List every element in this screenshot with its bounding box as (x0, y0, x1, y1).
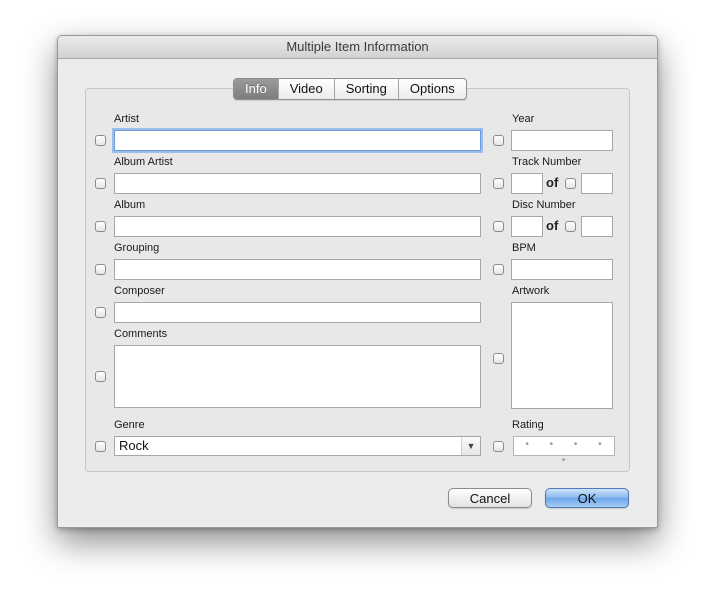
genre-label: Genre (114, 419, 145, 431)
grouping-checkbox[interactable] (95, 264, 106, 275)
track-total-field[interactable] (581, 173, 613, 194)
bpm-label: BPM (512, 242, 536, 254)
disc-number-checkbox[interactable] (493, 221, 504, 232)
album-artist-label: Album Artist (114, 156, 173, 168)
year-field[interactable] (511, 130, 613, 151)
tab-bar: Info Video Sorting Options (233, 78, 467, 100)
bpm-field[interactable] (511, 259, 613, 280)
genre-select[interactable]: Rock ▼ (114, 436, 481, 456)
rating-checkbox[interactable] (493, 441, 504, 452)
album-checkbox[interactable] (95, 221, 106, 232)
genre-value: Rock (119, 438, 149, 453)
composer-checkbox[interactable] (95, 307, 106, 318)
rating-label: Rating (512, 419, 544, 431)
disc-total-checkbox[interactable] (565, 221, 576, 232)
tab-video[interactable]: Video (279, 79, 335, 99)
window-title: Multiple Item Information (58, 36, 657, 59)
chevron-down-icon: ▼ (461, 437, 480, 455)
multiple-item-info-dialog: Multiple Item Information Info Video Sor… (57, 35, 658, 528)
grouping-label: Grouping (114, 242, 160, 254)
tab-options[interactable]: Options (399, 79, 466, 99)
track-number-checkbox[interactable] (493, 178, 504, 189)
artwork-checkbox[interactable] (493, 353, 504, 364)
bpm-checkbox[interactable] (493, 264, 504, 275)
track-of-label: of (546, 175, 559, 190)
comments-field[interactable] (114, 345, 481, 408)
grouping-field[interactable] (114, 259, 481, 280)
disc-of-label: of (546, 218, 559, 233)
track-number-field[interactable] (511, 173, 543, 194)
cancel-button[interactable]: Cancel (448, 488, 532, 508)
tab-info[interactable]: Info (234, 79, 279, 99)
disc-total-field[interactable] (581, 216, 613, 237)
album-field[interactable] (114, 216, 481, 237)
comments-label: Comments (114, 328, 168, 340)
track-total-checkbox[interactable] (565, 178, 576, 189)
disc-number-field[interactable] (511, 216, 543, 237)
year-label: Year (512, 113, 535, 125)
disc-number-label: Disc Number (512, 199, 576, 211)
info-panel: Artist Album Artist Album Grouping Compo… (85, 88, 630, 472)
ok-button[interactable]: OK (545, 488, 629, 508)
album-artist-field[interactable] (114, 173, 481, 194)
artwork-label: Artwork (512, 285, 550, 297)
artist-label: Artist (114, 113, 140, 125)
tab-sorting[interactable]: Sorting (335, 79, 399, 99)
composer-label: Composer (114, 285, 165, 297)
track-number-label: Track Number (512, 156, 582, 168)
year-checkbox[interactable] (493, 135, 504, 146)
rating-control[interactable]: • • • • • (513, 436, 615, 466)
album-label: Album (114, 199, 146, 211)
comments-checkbox[interactable] (95, 371, 106, 382)
composer-field[interactable] (114, 302, 481, 323)
album-artist-checkbox[interactable] (95, 178, 106, 189)
artwork-well[interactable] (511, 302, 613, 409)
genre-checkbox[interactable] (95, 441, 106, 452)
artist-checkbox[interactable] (95, 135, 106, 146)
artist-field[interactable] (114, 130, 481, 151)
